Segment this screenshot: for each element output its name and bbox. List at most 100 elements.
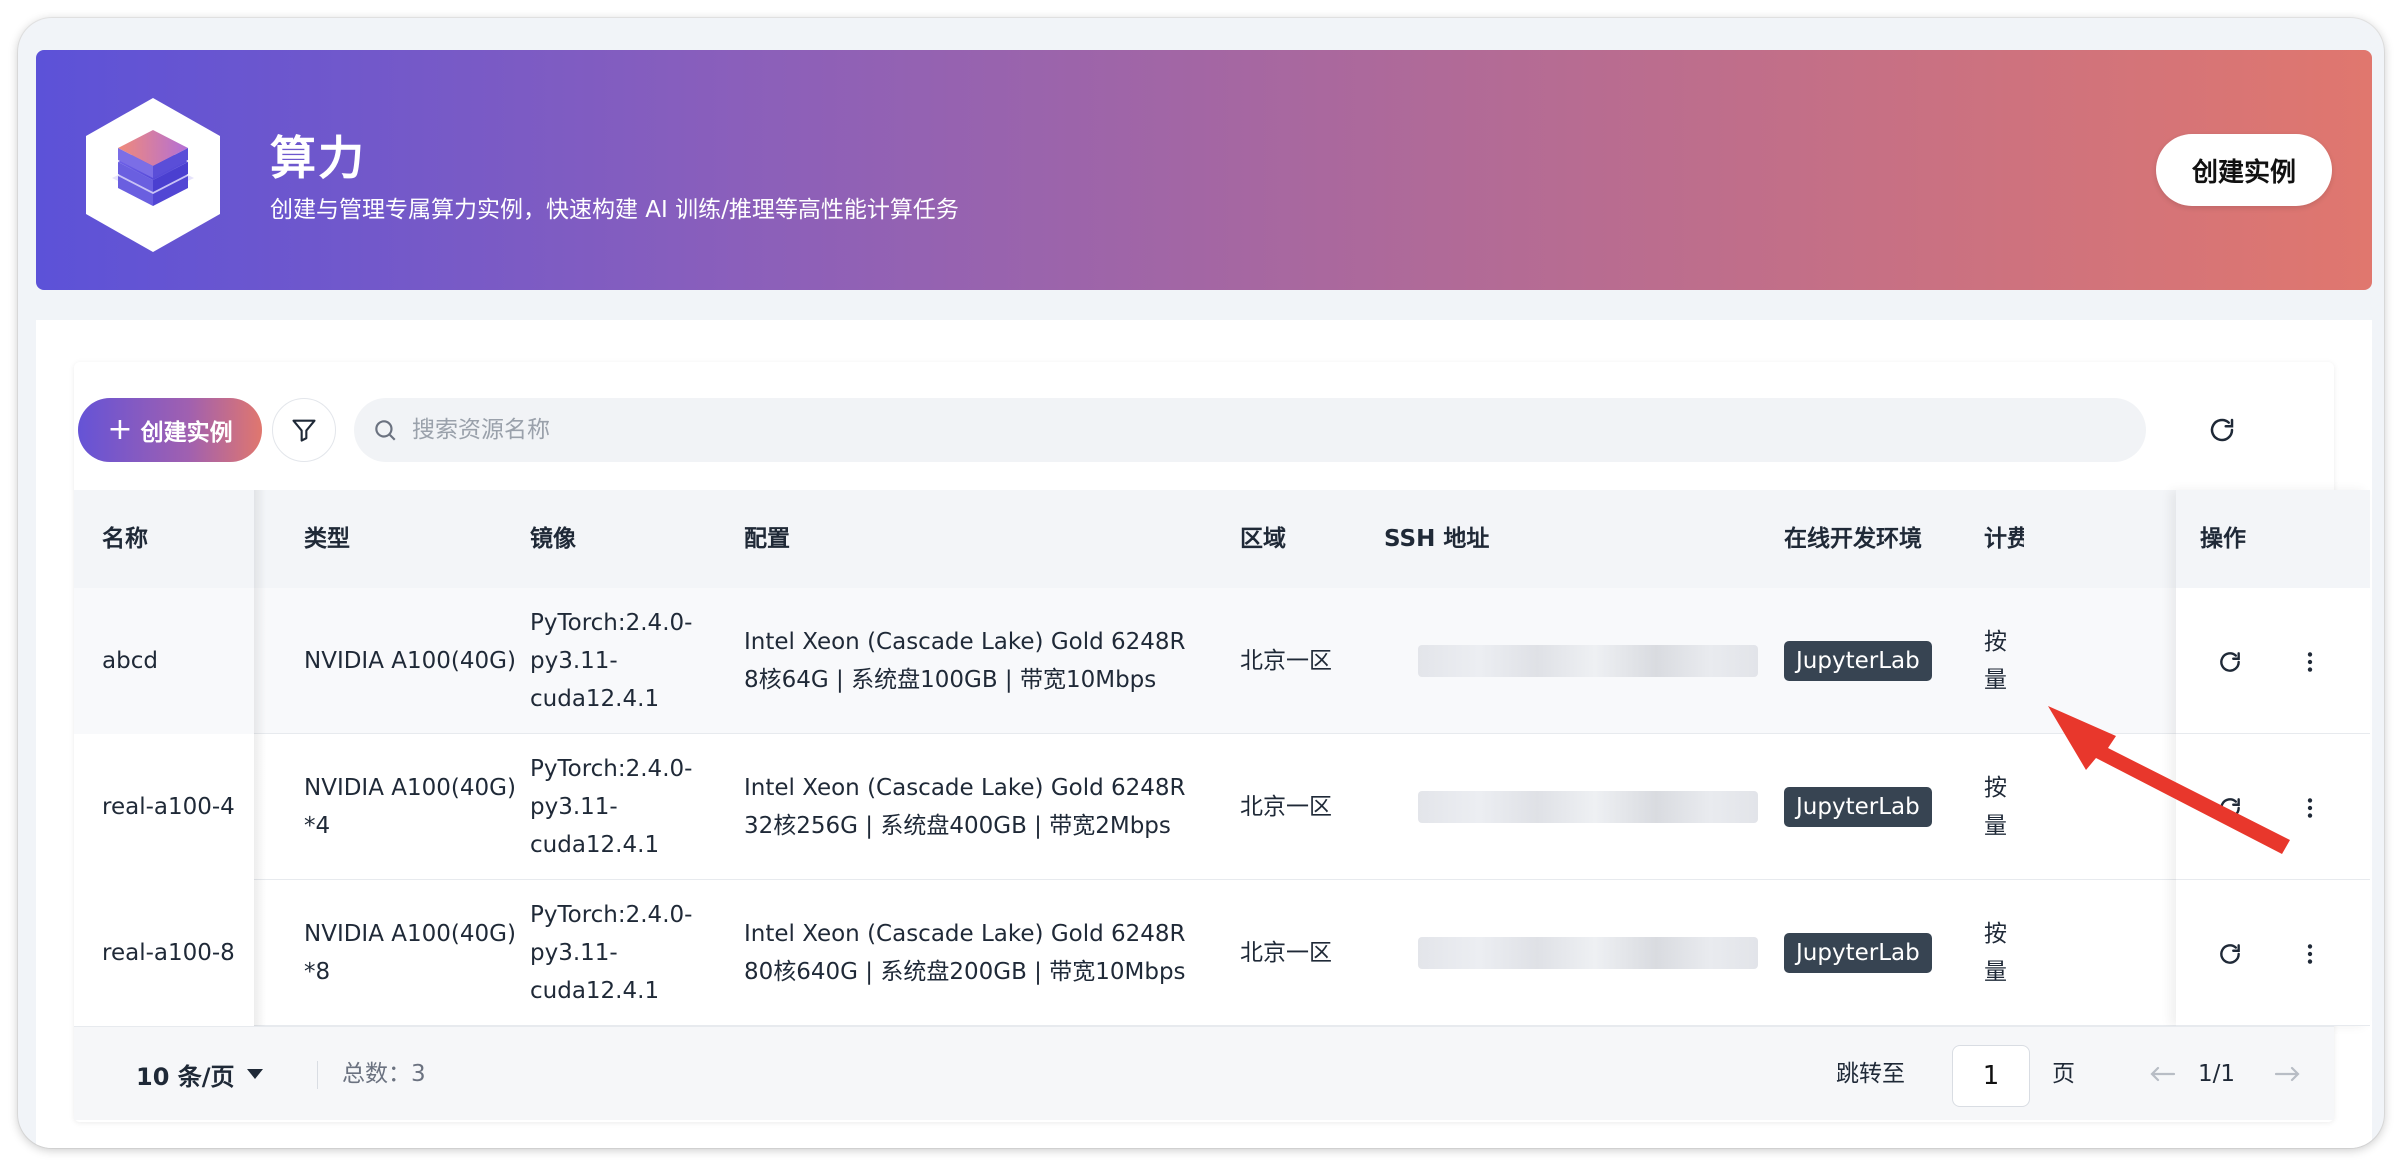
config-spec: 32核256G | 系统盘400GB | 带宽2Mbps [744, 813, 1171, 839]
sticky-column-shadow [254, 490, 266, 1026]
instance-region: 北京一区 [1240, 940, 1332, 966]
restart-button[interactable] [2212, 790, 2248, 826]
jupyterlab-link[interactable]: JupyterLab [1784, 933, 1932, 973]
config-cpu: Intel Xeon (Cascade Lake) Gold 6248R [744, 921, 1186, 947]
search-icon [375, 420, 396, 441]
filter-icon [292, 419, 316, 442]
image-line: py3.11- [530, 794, 618, 820]
redacted-block [1418, 791, 1758, 823]
instance-config: Intel Xeon (Cascade Lake) Gold 6248R 8核64… [744, 588, 1214, 734]
plus-icon: + [107, 412, 133, 447]
instance-image: PyTorch:2.4.0- py3.11- cuda12.4.1 [530, 588, 730, 734]
column-header-type[interactable]: 类型 [304, 490, 504, 588]
redacted-block [1418, 937, 1758, 969]
page-subtitle: 创建与管理专属算力实例，快速构建 AI 训练/推理等高性能计算任务 [270, 197, 959, 223]
ssh-address-redacted [1418, 588, 1778, 734]
instance-name[interactable]: real-a100-4 [74, 734, 254, 880]
image-line: PyTorch:2.4.0- [530, 756, 693, 782]
divider [317, 1061, 318, 1089]
restart-icon [2220, 798, 2240, 818]
table-header: 名称 类型 镜像 配置 区域 SSH 地址 在线开发环境 计费 [74, 490, 2334, 588]
column-header-billing[interactable]: 计费 [1984, 490, 2024, 588]
jupyterlab-link[interactable]: JupyterLab [1784, 787, 1932, 827]
filter-button[interactable] [272, 398, 336, 462]
config-spec: 80核640G | 系统盘200GB | 带宽10Mbps [744, 959, 1186, 985]
row-actions [2176, 734, 2370, 880]
image-line: py3.11- [530, 940, 618, 966]
restart-icon [2220, 944, 2240, 964]
column-header-config[interactable]: 配置 [744, 490, 1044, 588]
column-header-name[interactable]: 名称 [102, 490, 252, 588]
search-box[interactable] [354, 398, 2146, 462]
dev-env-cell: JupyterLab [1784, 588, 1964, 734]
billing-mode: 按量 [1984, 629, 2007, 693]
refresh-icon [2210, 418, 2234, 442]
app-window: 算力 创建与管理专属算力实例，快速构建 AI 训练/推理等高性能计算任务 创建实… [18, 18, 2384, 1148]
instance-name[interactable]: real-a100-8 [74, 880, 254, 1026]
more-actions-button[interactable] [2292, 790, 2328, 826]
more-vertical-icon [2307, 652, 2313, 672]
more-vertical-icon [2307, 944, 2313, 964]
instance-config: Intel Xeon (Cascade Lake) Gold 6248R 32核2… [744, 734, 1214, 880]
table-row[interactable]: abcd NVIDIA A100(40G) PyTorch:2.4.0- py3.… [74, 588, 2334, 734]
config-cpu: Intel Xeon (Cascade Lake) Gold 6248R [744, 775, 1186, 801]
create-instance-button[interactable]: + 创建实例 [78, 398, 262, 462]
total-count: 总数：3 [342, 1061, 426, 1087]
ssh-address-redacted [1418, 880, 1778, 1026]
jupyterlab-link[interactable]: JupyterLab [1784, 641, 1932, 681]
image-line: cuda12.4.1 [530, 978, 660, 1004]
table-row[interactable]: real-a100-8 NVIDIA A100(40G) *8 PyTorch:… [74, 880, 2334, 1026]
config-cpu: Intel Xeon (Cascade Lake) Gold 6248R [744, 629, 1186, 655]
config-spec: 8核64G | 系统盘100GB | 带宽10Mbps [744, 667, 1157, 693]
restart-button[interactable] [2212, 936, 2248, 972]
image-line: PyTorch:2.4.0- [530, 610, 693, 636]
search-input[interactable] [412, 417, 2012, 443]
instance-name[interactable]: abcd [74, 588, 254, 734]
page-banner: 算力 创建与管理专属算力实例，快速构建 AI 训练/推理等高性能计算任务 创建实… [36, 50, 2372, 290]
column-header-ssh[interactable]: SSH 地址 [1384, 490, 1584, 588]
more-actions-button[interactable] [2292, 644, 2328, 680]
billing-mode: 按量 [1984, 775, 2007, 839]
billing-mode: 按量 [1984, 921, 2007, 985]
operations-column: 操作 [2176, 490, 2370, 1026]
banner-create-instance-button[interactable]: 创建实例 [2156, 134, 2332, 206]
instances-panel: + 创建实例 名称 类型 镜像 配置 区域 SSH 地址 在线开发环境 计费 a… [36, 320, 2372, 1148]
image-line: cuda12.4.1 [530, 832, 660, 858]
refresh-button[interactable] [2200, 408, 2244, 452]
redacted-block [1418, 645, 1758, 677]
page-unit-label: 页 [2052, 1061, 2075, 1087]
page-jump-input[interactable] [1952, 1045, 2030, 1107]
instance-image: PyTorch:2.4.0- py3.11- cuda12.4.1 [530, 880, 730, 1026]
restart-icon [2220, 652, 2240, 672]
prev-page-icon[interactable] [2148, 1061, 2178, 1087]
instance-image: PyTorch:2.4.0- py3.11- cuda12.4.1 [530, 734, 730, 880]
page-size-select[interactable]: 10 条/页 [136, 1027, 265, 1121]
create-instance-label: 创建实例 [140, 420, 233, 446]
dev-env-cell: JupyterLab [1784, 880, 1964, 1026]
column-header-image[interactable]: 镜像 [530, 490, 650, 588]
restart-button[interactable] [2212, 644, 2248, 680]
instance-type: NVIDIA A100(40G) *4 [304, 775, 516, 839]
row-actions [2176, 588, 2370, 734]
instance-region: 北京一区 [1240, 794, 1332, 820]
instance-config: Intel Xeon (Cascade Lake) Gold 6248R 80核6… [744, 880, 1224, 1026]
row-actions [2176, 880, 2370, 1026]
more-actions-button[interactable] [2292, 936, 2328, 972]
image-line: py3.11- [530, 648, 618, 674]
instance-type: NVIDIA A100(40G) [304, 648, 516, 674]
instance-region: 北京一区 [1240, 648, 1332, 674]
image-line: PyTorch:2.4.0- [530, 902, 693, 928]
page-title: 算力 [270, 131, 366, 185]
page-indicator: 1/1 [2198, 1061, 2236, 1087]
column-header-dev-env[interactable]: 在线开发环境 [1784, 490, 1974, 588]
next-page-icon[interactable] [2272, 1061, 2302, 1087]
image-line: cuda12.4.1 [530, 686, 660, 712]
column-header-region[interactable]: 区域 [1240, 490, 1360, 588]
instance-type: NVIDIA A100(40G) *8 [304, 921, 516, 985]
jump-to-label: 跳转至 [1836, 1061, 1905, 1087]
more-vertical-icon [2307, 798, 2313, 818]
table-row[interactable]: real-a100-4 NVIDIA A100(40G) *4 PyTorch:… [74, 734, 2334, 880]
caret-down-icon [246, 1069, 263, 1079]
ssh-address-redacted [1418, 734, 1778, 880]
pagination-bar: 10 条/页 总数：3 跳转至 页 1/1 [74, 1026, 2334, 1120]
